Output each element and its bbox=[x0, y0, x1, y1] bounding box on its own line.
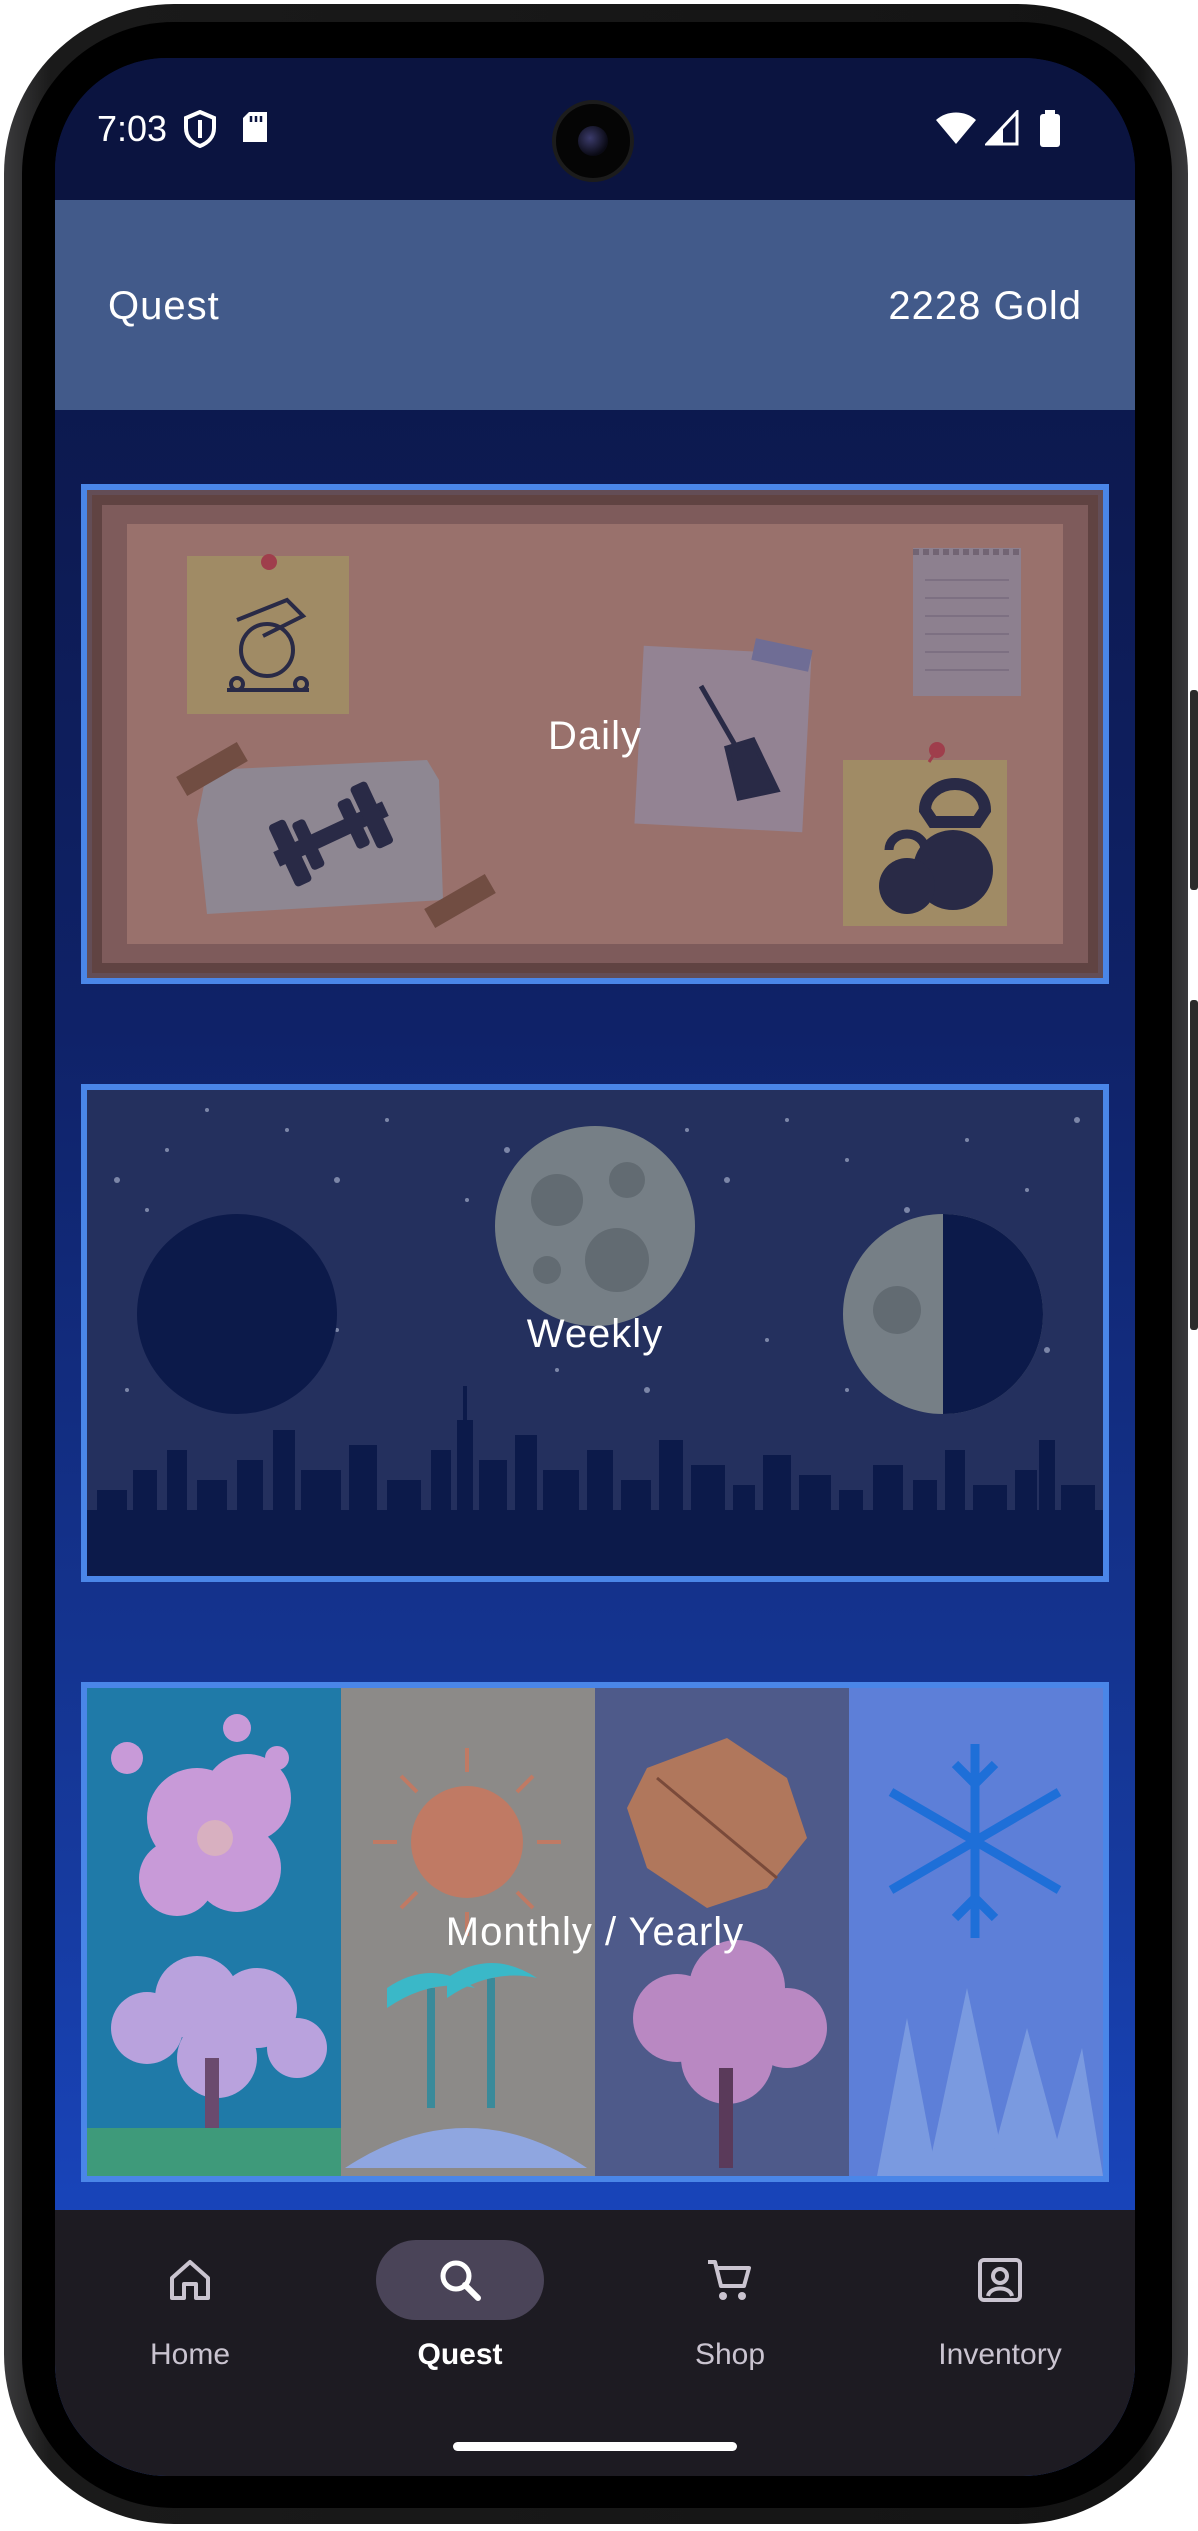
weekly-quest-card[interactable]: Weekly bbox=[81, 1084, 1109, 1582]
front-camera bbox=[552, 100, 634, 182]
profile-icon bbox=[978, 2258, 1022, 2302]
app-bar: Quest 2228 Gold bbox=[55, 200, 1135, 410]
nav-item-inventory[interactable]: Inventory bbox=[865, 2210, 1135, 2400]
monthly-yearly-label: Monthly / Yearly bbox=[445, 1910, 745, 1954]
nav-item-quest[interactable]: Quest bbox=[325, 2210, 595, 2400]
status-time: 7:03 bbox=[97, 108, 168, 149]
nav-item-shop[interactable]: Shop bbox=[595, 2210, 865, 2400]
signal-icon bbox=[985, 110, 1019, 146]
daily-quest-card[interactable]: Daily bbox=[81, 484, 1109, 984]
nav-label-inventory: Inventory bbox=[938, 2338, 1062, 2371]
gold-balance: 2228 Gold bbox=[888, 284, 1082, 328]
status-bar: 7:03 bbox=[55, 58, 1135, 200]
full-moon bbox=[495, 1126, 695, 1326]
sd-card-icon bbox=[243, 112, 267, 142]
cart-icon bbox=[708, 2260, 751, 2300]
weekly-label: Weekly bbox=[526, 1312, 664, 1356]
nav-label-home: Home bbox=[149, 2338, 231, 2371]
phone-frame: 7:03 Quest 2228 Gold Daily Weekly Monthl… bbox=[0, 0, 1198, 2531]
search-icon bbox=[440, 2260, 481, 2301]
page-title: Quest bbox=[108, 284, 220, 328]
nav-label-quest: Quest bbox=[417, 2338, 503, 2371]
power-button bbox=[1190, 1000, 1198, 1330]
nav-item-home[interactable]: Home bbox=[55, 2210, 325, 2400]
monthly-yearly-quest-card[interactable]: Monthly / Yearly bbox=[81, 1682, 1109, 2182]
volume-button bbox=[1190, 690, 1198, 890]
wifi-icon bbox=[936, 112, 976, 144]
home-icon bbox=[170, 2260, 210, 2300]
home-indicator[interactable] bbox=[453, 2442, 737, 2451]
nav-label-shop: Shop bbox=[694, 2338, 766, 2371]
shield-icon bbox=[184, 110, 216, 148]
daily-label: Daily bbox=[548, 714, 642, 758]
screen: 7:03 Quest 2228 Gold Daily Weekly Monthl… bbox=[55, 58, 1135, 2476]
battery-icon bbox=[1040, 110, 1060, 147]
bottom-navigation: Home Quest Shop Inventory bbox=[55, 2210, 1135, 2476]
